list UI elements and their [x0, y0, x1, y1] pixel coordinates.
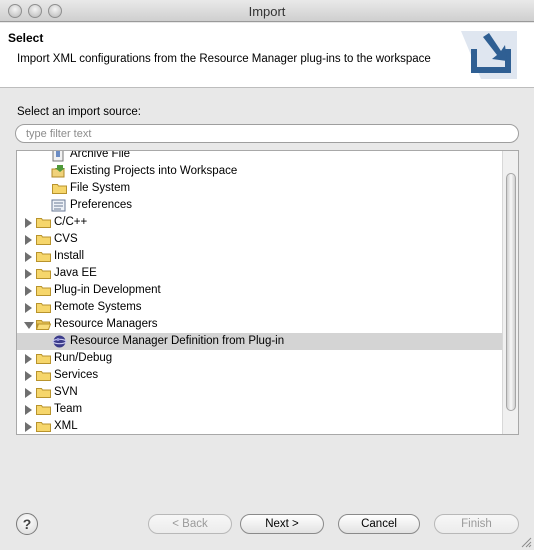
- tree-item-label: Services: [54, 369, 99, 381]
- back-button[interactable]: < Back: [148, 514, 232, 534]
- tree-item-label: Preferences: [70, 199, 133, 211]
- tree-item-label: Resource Managers: [54, 318, 158, 330]
- help-icon[interactable]: ?: [16, 513, 38, 535]
- tree-item-label: C/C++: [54, 216, 88, 228]
- title-bar: Import: [0, 0, 534, 22]
- tree-item-svn[interactable]: SVN: [17, 384, 503, 401]
- banner-description: Import XML configurations from the Resou…: [17, 53, 431, 65]
- import-wizard-icon: [461, 31, 517, 79]
- tree-item-label: Existing Projects into Workspace: [70, 165, 238, 177]
- tree-item-label: Remote Systems: [54, 301, 142, 313]
- finish-button[interactable]: Finish: [434, 514, 519, 534]
- tree-item-remote-systems[interactable]: Remote Systems: [17, 299, 503, 316]
- tree-item-label: CVS: [54, 233, 78, 245]
- expand-arrow-icon[interactable]: [25, 252, 32, 262]
- existing-projects-icon: [51, 165, 65, 178]
- tree-item-existing-projects[interactable]: Existing Projects into Workspace: [17, 163, 503, 180]
- cancel-button[interactable]: Cancel: [338, 514, 420, 534]
- expand-arrow-icon[interactable]: [25, 235, 32, 245]
- wizard-banner: Select Import XML configurations from th…: [0, 23, 534, 88]
- folder-icon: [36, 235, 51, 245]
- tree-item-label: Java EE: [54, 267, 97, 279]
- next-button[interactable]: Next >: [240, 514, 324, 534]
- import-source-label: Select an import source:: [17, 106, 142, 118]
- scrollbar-thumb[interactable]: [506, 173, 516, 411]
- expand-arrow-icon[interactable]: [25, 303, 32, 313]
- tree-item-run-debug[interactable]: Run/Debug: [17, 350, 503, 367]
- tree-item-resource-manager-definition[interactable]: Resource Manager Definition from Plug-in: [17, 333, 503, 350]
- collapse-arrow-icon[interactable]: [24, 322, 34, 329]
- folder-icon: [36, 252, 51, 262]
- tree-item-label: Resource Manager Definition from Plug-in: [70, 335, 285, 347]
- expand-arrow-icon[interactable]: [25, 286, 32, 296]
- import-source-tree[interactable]: Archive File Existing Projects into Work…: [16, 150, 519, 435]
- expand-arrow-icon[interactable]: [25, 371, 32, 381]
- folder-icon: [36, 422, 51, 432]
- tree-item-label: XML: [54, 420, 78, 432]
- expand-arrow-icon[interactable]: [25, 422, 32, 432]
- tree-item-label: File System: [70, 182, 131, 194]
- tree-item-plugin-development[interactable]: Plug-in Development: [17, 282, 503, 299]
- tree-item-xml[interactable]: XML: [17, 418, 503, 434]
- tree-item-label: Run/Debug: [54, 352, 113, 364]
- expand-arrow-icon[interactable]: [25, 269, 32, 279]
- tree-item-label: Plug-in Development: [54, 284, 161, 296]
- tree-item-file-system[interactable]: File System: [17, 180, 503, 197]
- tree-item-resource-managers[interactable]: Resource Managers: [17, 316, 503, 333]
- tree-item-cvs[interactable]: CVS: [17, 231, 503, 248]
- vertical-scrollbar[interactable]: [502, 151, 518, 434]
- tree-item-archive-file[interactable]: Archive File: [17, 150, 503, 163]
- folder-icon: [36, 371, 51, 381]
- tree-item-team[interactable]: Team: [17, 401, 503, 418]
- tree-item-java-ee[interactable]: Java EE: [17, 265, 503, 282]
- folder-open-icon: [36, 320, 51, 330]
- folder-icon: [52, 184, 67, 194]
- resize-grip-icon[interactable]: [521, 537, 532, 548]
- tree-item-label: Team: [54, 403, 83, 415]
- tree-item-services[interactable]: Services: [17, 367, 503, 384]
- archive-file-icon: [52, 151, 64, 162]
- folder-icon: [36, 269, 51, 279]
- folder-icon: [36, 405, 51, 415]
- folder-icon: [36, 354, 51, 364]
- folder-icon: [36, 303, 51, 313]
- expand-arrow-icon[interactable]: [25, 388, 32, 398]
- folder-icon: [36, 286, 51, 296]
- preferences-icon: [51, 199, 66, 212]
- tree-item-preferences[interactable]: Preferences: [17, 197, 503, 214]
- tree-item-label: Install: [54, 250, 85, 262]
- expand-arrow-icon[interactable]: [25, 354, 32, 364]
- tree-item-label: Archive File: [70, 150, 131, 160]
- resource-manager-icon: [52, 335, 67, 348]
- tree-item-cpp[interactable]: C/C++: [17, 214, 503, 231]
- window-title: Import: [248, 4, 286, 19]
- tree-item-install[interactable]: Install: [17, 248, 503, 265]
- filter-input[interactable]: [15, 124, 519, 143]
- expand-arrow-icon[interactable]: [25, 405, 32, 415]
- banner-title: Select: [8, 31, 44, 45]
- folder-icon: [36, 388, 51, 398]
- folder-icon: [36, 218, 51, 228]
- expand-arrow-icon[interactable]: [25, 218, 32, 228]
- tree-item-label: SVN: [54, 386, 78, 398]
